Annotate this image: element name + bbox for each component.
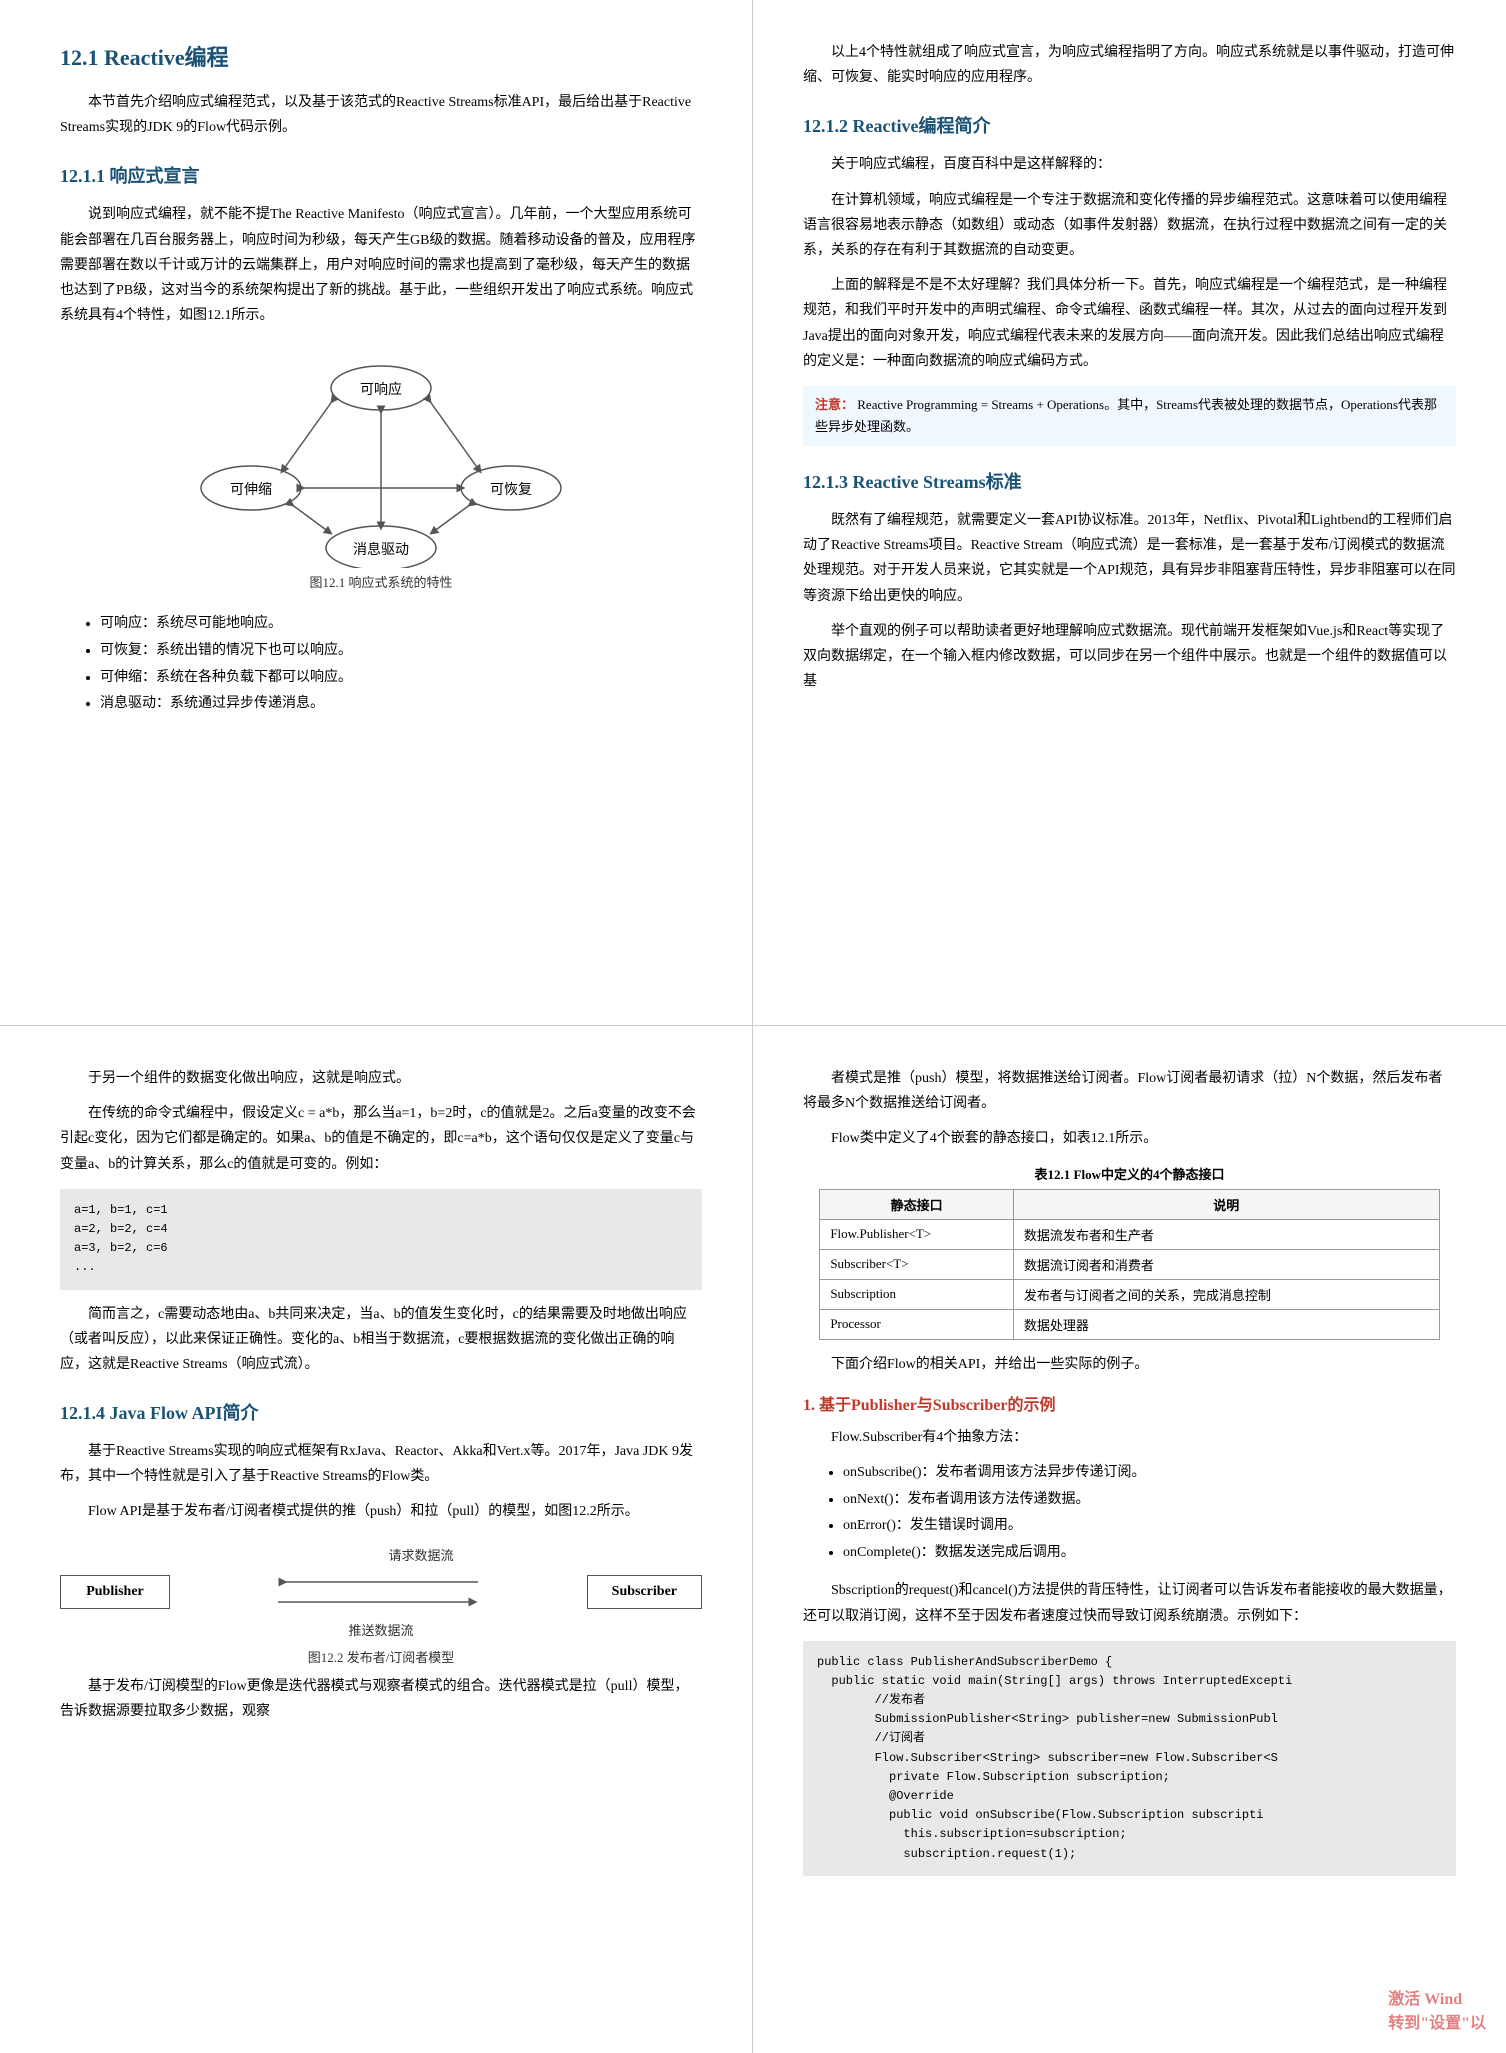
arrows-container: [170, 1572, 587, 1612]
table-cell-desc-1: 数据流发布者和生产者: [1013, 1219, 1439, 1249]
flow-bullet-3: onError()：发生错误时调用。: [843, 1513, 1456, 1540]
pub-sub-req-row: 请求数据流: [60, 1545, 702, 1564]
table-cell-interface-3: Subscription: [820, 1279, 1014, 1309]
push-arrow: [278, 1592, 478, 1612]
bullet-1: 可响应：系统尽可能地响应。: [100, 611, 702, 638]
pub-sub-caption: 图12.2 发布者/订阅者模型: [308, 1647, 455, 1666]
reactive-diagram: 可响应 可伸缩 可恢复 消息驱动: [181, 348, 581, 568]
table-row: Processor 数据处理器: [820, 1309, 1439, 1339]
table-row: Flow.Publisher<T> 数据流发布者和生产者: [820, 1219, 1439, 1249]
top-left-col: 12.1 Reactive编程 本节首先介绍响应式编程范式，以及基于该范式的Re…: [0, 0, 753, 1025]
code-block-publisher: public class PublisherAndSubscriberDemo …: [803, 1641, 1456, 1876]
svg-text:可响应: 可响应: [360, 381, 402, 398]
page-container: 12.1 Reactive编程 本节首先介绍响应式编程范式，以及基于该范式的Re…: [0, 0, 1506, 2053]
sub2-p2: 上面的解释是不是不太好理解？我们具体分析一下。首先，响应式编程是一个编程范式，是…: [803, 273, 1456, 374]
example-title-text: 1. 基于Publisher与Subscriber的示例: [803, 1397, 1055, 1414]
section-12-1-3-title: 12.1.3 Reactive Streams标准: [803, 468, 1456, 494]
section-12-1-title: 12.1 Reactive编程: [60, 40, 702, 72]
sub3-p2: 举个直观的例子可以帮助读者更好地理解响应式数据流。现代前端开发框架如Vue.js…: [803, 619, 1456, 695]
svg-text:消息驱动: 消息驱动: [353, 541, 409, 558]
publisher-box: Publisher: [60, 1575, 170, 1609]
top-right-intro-p1: 以上4个特性就组成了响应式宣言，为响应式编程指明了方向。响应式系统就是以事件驱动…: [803, 40, 1456, 90]
bullet-4: 消息驱动：系统通过异步传递消息。: [100, 691, 702, 718]
bottom-right-cont-p2: Flow类中定义了4个嵌套的静态接口，如表12.1所示。: [803, 1126, 1456, 1151]
top-half: 12.1 Reactive编程 本节首先介绍响应式编程范式，以及基于该范式的Re…: [0, 0, 1506, 1026]
sub4-p2: Flow API是基于发布者/订阅者模式提供的推（push）和拉（pull）的模…: [60, 1499, 702, 1524]
flow-table-wrapper: 表12.1 Flow中定义的4个静态接口 静态接口 说明 Flow.Publis…: [819, 1164, 1439, 1340]
bottom-right-cont-p1: 者模式是推（push）模型，将数据推送给订阅者。Flow订阅者最初请求（拉）N个…: [803, 1066, 1456, 1116]
table-cell-interface-1: Flow.Publisher<T>: [820, 1219, 1014, 1249]
note-text: Reactive Programming = Streams + Operati…: [815, 397, 1437, 434]
section-12-1-1-title: 12.1.1 响应式宣言: [60, 162, 702, 188]
bottom-left-cont-p3: 简而言之，c需要动态地由a、b共同来决定，当a、b的值发生变化时，c的结果需要及…: [60, 1302, 702, 1378]
svg-text:可恢复: 可恢复: [490, 481, 532, 498]
bottom-left-cont-p2: 在传统的命令式编程中，假设定义c = a*b，那么当a=1，b=2时，c的值就是…: [60, 1101, 702, 1177]
flow-bullet-2: onNext()：发布者调用该方法传递数据。: [843, 1487, 1456, 1514]
section-12-1-4-title: 12.1.4 Java Flow API简介: [60, 1399, 702, 1425]
flow-subscriber-bullets: onSubscribe()：发布者调用该方法异步传递订阅。 onNext()：发…: [843, 1460, 1456, 1566]
bullet-3: 可伸缩：系统在各种负载下都可以响应。: [100, 665, 702, 692]
diagram-container: 可响应 可伸缩 可恢复 消息驱动: [60, 348, 702, 603]
flow-bullet-1: onSubscribe()：发布者调用该方法异步传递订阅。: [843, 1460, 1456, 1487]
flow-table: 静态接口 说明 Flow.Publisher<T> 数据流发布者和生产者 Sub…: [819, 1189, 1439, 1340]
sub2-p1: 在计算机领域，响应式编程是一个专注于数据流和变化传播的异步编程范式。这意味着可以…: [803, 188, 1456, 264]
top-left-intro-p1: 本节首先介绍响应式编程范式，以及基于该范式的Reactive Streams标准…: [60, 90, 702, 140]
pub-sub-boxes-row: Publisher: [60, 1572, 702, 1612]
svg-text:可伸缩: 可伸缩: [230, 482, 272, 498]
table-cell-desc-4: 数据处理器: [1013, 1309, 1439, 1339]
flow-bullet-4: onComplete()：数据发送完成后调用。: [843, 1540, 1456, 1567]
diagram-caption: 图12.1 响应式系统的特性: [309, 572, 452, 591]
note-box: 注意： Reactive Programming = Streams + Ope…: [803, 386, 1456, 446]
table-header-desc: 说明: [1013, 1189, 1439, 1219]
push-label: 推送数据流: [60, 1620, 702, 1639]
bottom-left-col: 于另一个组件的数据变化做出响应，这就是响应式。 在传统的命令式编程中，假设定义c…: [0, 1026, 753, 2053]
example-p1: Flow.Subscriber有4个抽象方法：: [803, 1425, 1456, 1450]
bottom-left-cont-p1: 于另一个组件的数据变化做出响应，这就是响应式。: [60, 1066, 702, 1091]
sbscription-p: Sbscription的request()和cancel()方法提供的背压特性，…: [803, 1578, 1456, 1628]
table-cell-desc-2: 数据流订阅者和消费者: [1013, 1249, 1439, 1279]
table-header-interface: 静态接口: [820, 1189, 1014, 1219]
example-title: 1. 基于Publisher与Subscriber的示例: [803, 1391, 1456, 1415]
sub2-intro: 关于响应式编程，百度百科中是这样解释的：: [803, 152, 1456, 177]
top-right-col: 以上4个特性就组成了响应式宣言，为响应式编程指明了方向。响应式系统就是以事件驱动…: [753, 0, 1506, 1025]
section-12-1-2-title: 12.1.2 Reactive编程简介: [803, 112, 1456, 138]
note-label: 注意：: [815, 397, 854, 412]
subscriber-box: Subscriber: [587, 1575, 702, 1609]
bottom-right-cont-p3: 下面介绍Flow的相关API，并给出一些实际的例子。: [803, 1352, 1456, 1377]
req-label: 请求数据流: [140, 1545, 702, 1564]
sub3-p1: 既然有了编程规范，就需要定义一套API协议标准。2013年，Netflix、Pi…: [803, 508, 1456, 609]
pub-sub-diagram: 请求数据流 Publisher: [60, 1541, 702, 1666]
bottom-left-cont-p4: 基于发布/订阅模型的Flow更像是迭代器模式与观察者模式的组合。迭代器模式是拉（…: [60, 1674, 702, 1724]
table-row: Subscription 发布者与订阅者之间的关系，完成消息控制: [820, 1279, 1439, 1309]
table-caption: 表12.1 Flow中定义的4个静态接口: [819, 1164, 1439, 1183]
sub4-p1: 基于Reactive Streams实现的响应式框架有RxJava、Reacto…: [60, 1439, 702, 1489]
table-cell-desc-3: 发布者与订阅者之间的关系，完成消息控制: [1013, 1279, 1439, 1309]
bottom-half: 于另一个组件的数据变化做出响应，这就是响应式。 在传统的命令式编程中，假设定义c…: [0, 1026, 1506, 2053]
code-block-vars: a=1, b=1, c=1 a=2, b=2, c=4 a=3, b=2, c=…: [60, 1189, 702, 1290]
reactive-bullets: 可响应：系统尽可能地响应。 可恢复：系统出错的情况下也可以响应。 可伸缩：系统在…: [100, 611, 702, 717]
table-cell-interface-2: Subscriber<T>: [820, 1249, 1014, 1279]
table-cell-interface-4: Processor: [820, 1309, 1014, 1339]
sub1-p1: 说到响应式编程，就不能不提The Reactive Manifesto（响应式宣…: [60, 202, 702, 328]
pub-sub-push-row: 推送数据流: [60, 1620, 702, 1639]
bottom-right-col: 者模式是推（push）模型，将数据推送给订阅者。Flow订阅者最初请求（拉）N个…: [753, 1026, 1506, 2053]
table-row: Subscriber<T> 数据流订阅者和消费者: [820, 1249, 1439, 1279]
request-arrow: [278, 1572, 478, 1592]
bullet-2: 可恢复：系统出错的情况下也可以响应。: [100, 638, 702, 665]
